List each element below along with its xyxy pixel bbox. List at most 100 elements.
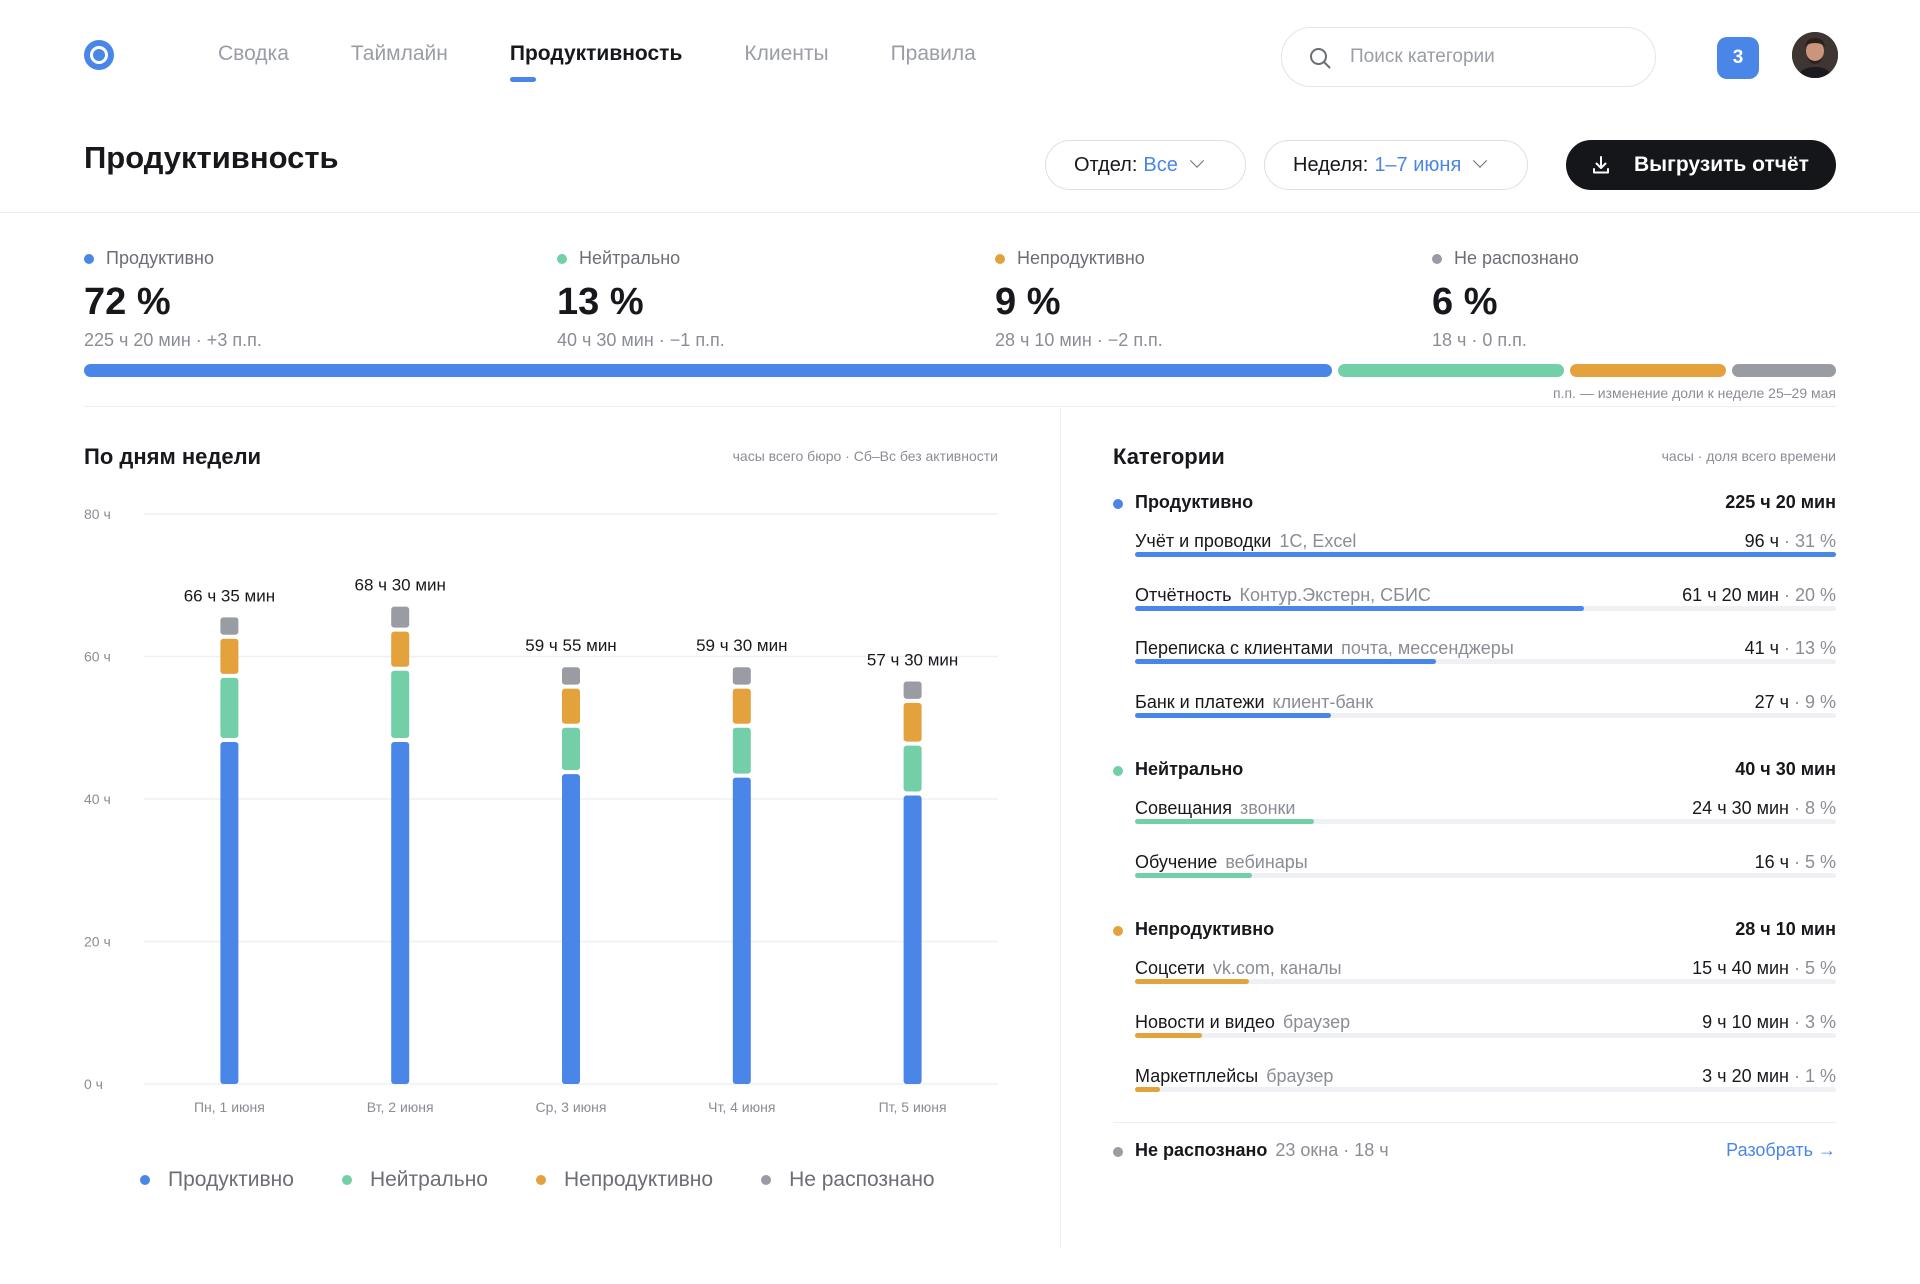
legend-item-unproductive: Непродуктивно — [535, 1168, 713, 1192]
chart-legend: Продуктивно Нейтрально Непродуктивно Не … — [140, 1168, 935, 1192]
x-tick-label: Пт, 5 июня — [879, 1099, 947, 1115]
department-filter-dropdown[interactable]: Отдел: Все — [1045, 140, 1246, 190]
bar-total-label: 57 ч 30 мин — [867, 650, 958, 669]
nav-tab-rules[interactable]: Правила — [891, 42, 976, 66]
category-row[interactable]: Новости и видео браузер 9 ч 10 мин · 3 % — [1135, 1012, 1836, 1052]
category-progress-fill — [1135, 659, 1437, 664]
user-photo — [1792, 32, 1838, 78]
unrecognized-dot-icon — [1113, 1147, 1123, 1157]
chart-note: часы всего бюро · Сб–Вс без активности — [732, 448, 998, 464]
nav-tab-timeline[interactable]: Таймлайн — [351, 42, 448, 66]
category-name: Маркетплейсы — [1135, 1066, 1259, 1086]
category-percent: 8 % — [1804, 798, 1836, 818]
category-progress-track — [1135, 873, 1836, 878]
export-button-label: Выгрузить отчёт — [1634, 153, 1809, 176]
category-row[interactable]: Маркетплейсы браузер 3 ч 20 мин · 1 % — [1135, 1066, 1836, 1106]
category-row[interactable]: Обучение вебинары 16 ч · 5 % — [1135, 852, 1836, 892]
kpi-label: Непродуктивно — [1017, 248, 1145, 268]
x-tick-label: Ср, 3 июня — [536, 1099, 607, 1115]
category-row[interactable]: Соцсети vk.com, каналы 15 ч 40 мин · 5 % — [1135, 958, 1836, 998]
kpi-label: Продуктивно — [106, 248, 214, 268]
week-filter-dropdown[interactable]: Неделя: 1–7 июня — [1264, 140, 1528, 190]
legend-label: Не распознано — [789, 1168, 935, 1191]
x-tick-label: Чт, 4 июня — [708, 1099, 775, 1115]
unrecognized-dot-icon — [1432, 253, 1442, 264]
category-percent: 20 % — [1794, 585, 1836, 605]
category-name: Переписка с клиентами — [1135, 638, 1334, 658]
category-row[interactable]: Совещания звонки 24 ч 30 мин · 8 % — [1135, 798, 1836, 838]
bar-total-label: 66 ч 35 мин — [184, 586, 275, 605]
app-logo-icon[interactable] — [84, 40, 114, 70]
bar-segment-neutral — [220, 677, 239, 738]
category-row[interactable]: Банк и платежи клиент-банк 27 ч · 9 % — [1135, 692, 1836, 732]
category-row[interactable]: Переписка с клиентами почта, мессенджеры … — [1135, 638, 1836, 678]
kpi-subtext: 40 ч 30 мин · −1 п.п. — [557, 330, 725, 350]
y-tick-label: 0 ч — [84, 1076, 103, 1092]
bar-segment-productive — [562, 774, 580, 1084]
neutral-dot-icon — [1113, 766, 1123, 776]
category-progress-fill — [1135, 873, 1253, 878]
category-search[interactable] — [1281, 27, 1656, 87]
category-group-neutral: Нейтрально 40 ч 30 мин — [1113, 759, 1836, 783]
category-percent: 13 % — [1794, 638, 1836, 658]
kpi-value: 9 % — [995, 281, 1061, 323]
category-progress-track — [1135, 713, 1836, 718]
legend-item-productive: Продуктивно — [140, 1168, 294, 1192]
category-hours: 24 ч 30 мин — [1692, 798, 1789, 818]
export-report-button[interactable]: Выгрузить отчёт — [1566, 140, 1836, 190]
category-progress-fill — [1135, 1033, 1203, 1038]
bar-segment-unproductive — [732, 688, 751, 724]
bar-segment-unproductive — [562, 688, 580, 724]
legend-dot-icon — [761, 1175, 772, 1185]
category-hours: 9 ч 10 мин — [1702, 1012, 1789, 1032]
sort-out-link[interactable]: Разобрать → — [1726, 1140, 1836, 1161]
category-progress-track — [1135, 1087, 1836, 1092]
department-filter-value: Все — [1143, 153, 1178, 176]
avatar[interactable] — [1792, 32, 1838, 78]
category-progress-fill — [1135, 1087, 1160, 1092]
category-name: Отчётность — [1135, 585, 1232, 605]
x-tick-label: Пн, 1 июня — [194, 1099, 265, 1115]
bar-segment-neutral — [391, 670, 410, 738]
share-segment-productive — [84, 364, 1333, 377]
legend-label: Продуктивно — [168, 1168, 294, 1191]
category-group-unproductive: Непродуктивно 28 ч 10 мин — [1113, 919, 1836, 943]
kpi-label: Не распознано — [1454, 248, 1579, 268]
bar-total-label: 59 ч 30 мин — [696, 636, 787, 655]
category-progress-track — [1135, 659, 1836, 664]
top-navigation-bar: Сводка Таймлайн Продуктивность Клиенты П… — [0, 0, 1920, 112]
bar-segment-productive — [391, 742, 410, 1084]
page-title: Продуктивность — [84, 140, 339, 175]
categories-title: Категории — [1113, 444, 1225, 469]
time-share-bar — [84, 364, 1836, 377]
bar-segment-productive — [732, 777, 751, 1084]
share-segment-neutral — [1338, 364, 1564, 377]
search-input[interactable] — [1350, 42, 1630, 72]
category-hours: 96 ч — [1744, 531, 1779, 551]
kpi-subtext: 28 ч 10 мин · −2 п.п. — [995, 330, 1163, 350]
productive-dot-icon — [1113, 499, 1123, 509]
bar-segment-neutral — [732, 727, 751, 774]
category-apps: почта, мессенджеры — [1341, 638, 1514, 658]
category-apps: vk.com, каналы — [1212, 958, 1342, 978]
category-row[interactable]: Отчётность Контур.Экстерн, СБИС 61 ч 20 м… — [1135, 585, 1836, 625]
divider — [0, 212, 1920, 213]
nav-tab-summary[interactable]: Сводка — [218, 42, 289, 66]
download-icon — [1593, 156, 1609, 174]
category-hours: 41 ч — [1744, 638, 1779, 658]
notifications-badge[interactable]: 3 — [1717, 37, 1759, 79]
bar-segment-unrecognized — [391, 606, 410, 628]
share-segment-unproductive — [1569, 364, 1726, 377]
category-apps: браузер — [1282, 1012, 1351, 1032]
legend-dot-icon — [535, 1175, 546, 1185]
nav-tab-productivity[interactable]: Продуктивность — [509, 42, 682, 82]
bar-segment-neutral — [903, 745, 922, 792]
nav-tab-clients[interactable]: Клиенты — [744, 42, 828, 66]
neutral-dot-icon — [557, 253, 567, 264]
category-progress-track — [1135, 1033, 1836, 1038]
legend-item-neutral: Нейтрально — [341, 1168, 488, 1192]
bar-segment-productive — [220, 742, 239, 1084]
category-name: Новости и видео — [1135, 1012, 1275, 1032]
category-row[interactable]: Учёт и проводки 1С, Excel 96 ч · 31 % — [1135, 531, 1836, 571]
x-tick-label: Вт, 2 июня — [367, 1099, 434, 1115]
